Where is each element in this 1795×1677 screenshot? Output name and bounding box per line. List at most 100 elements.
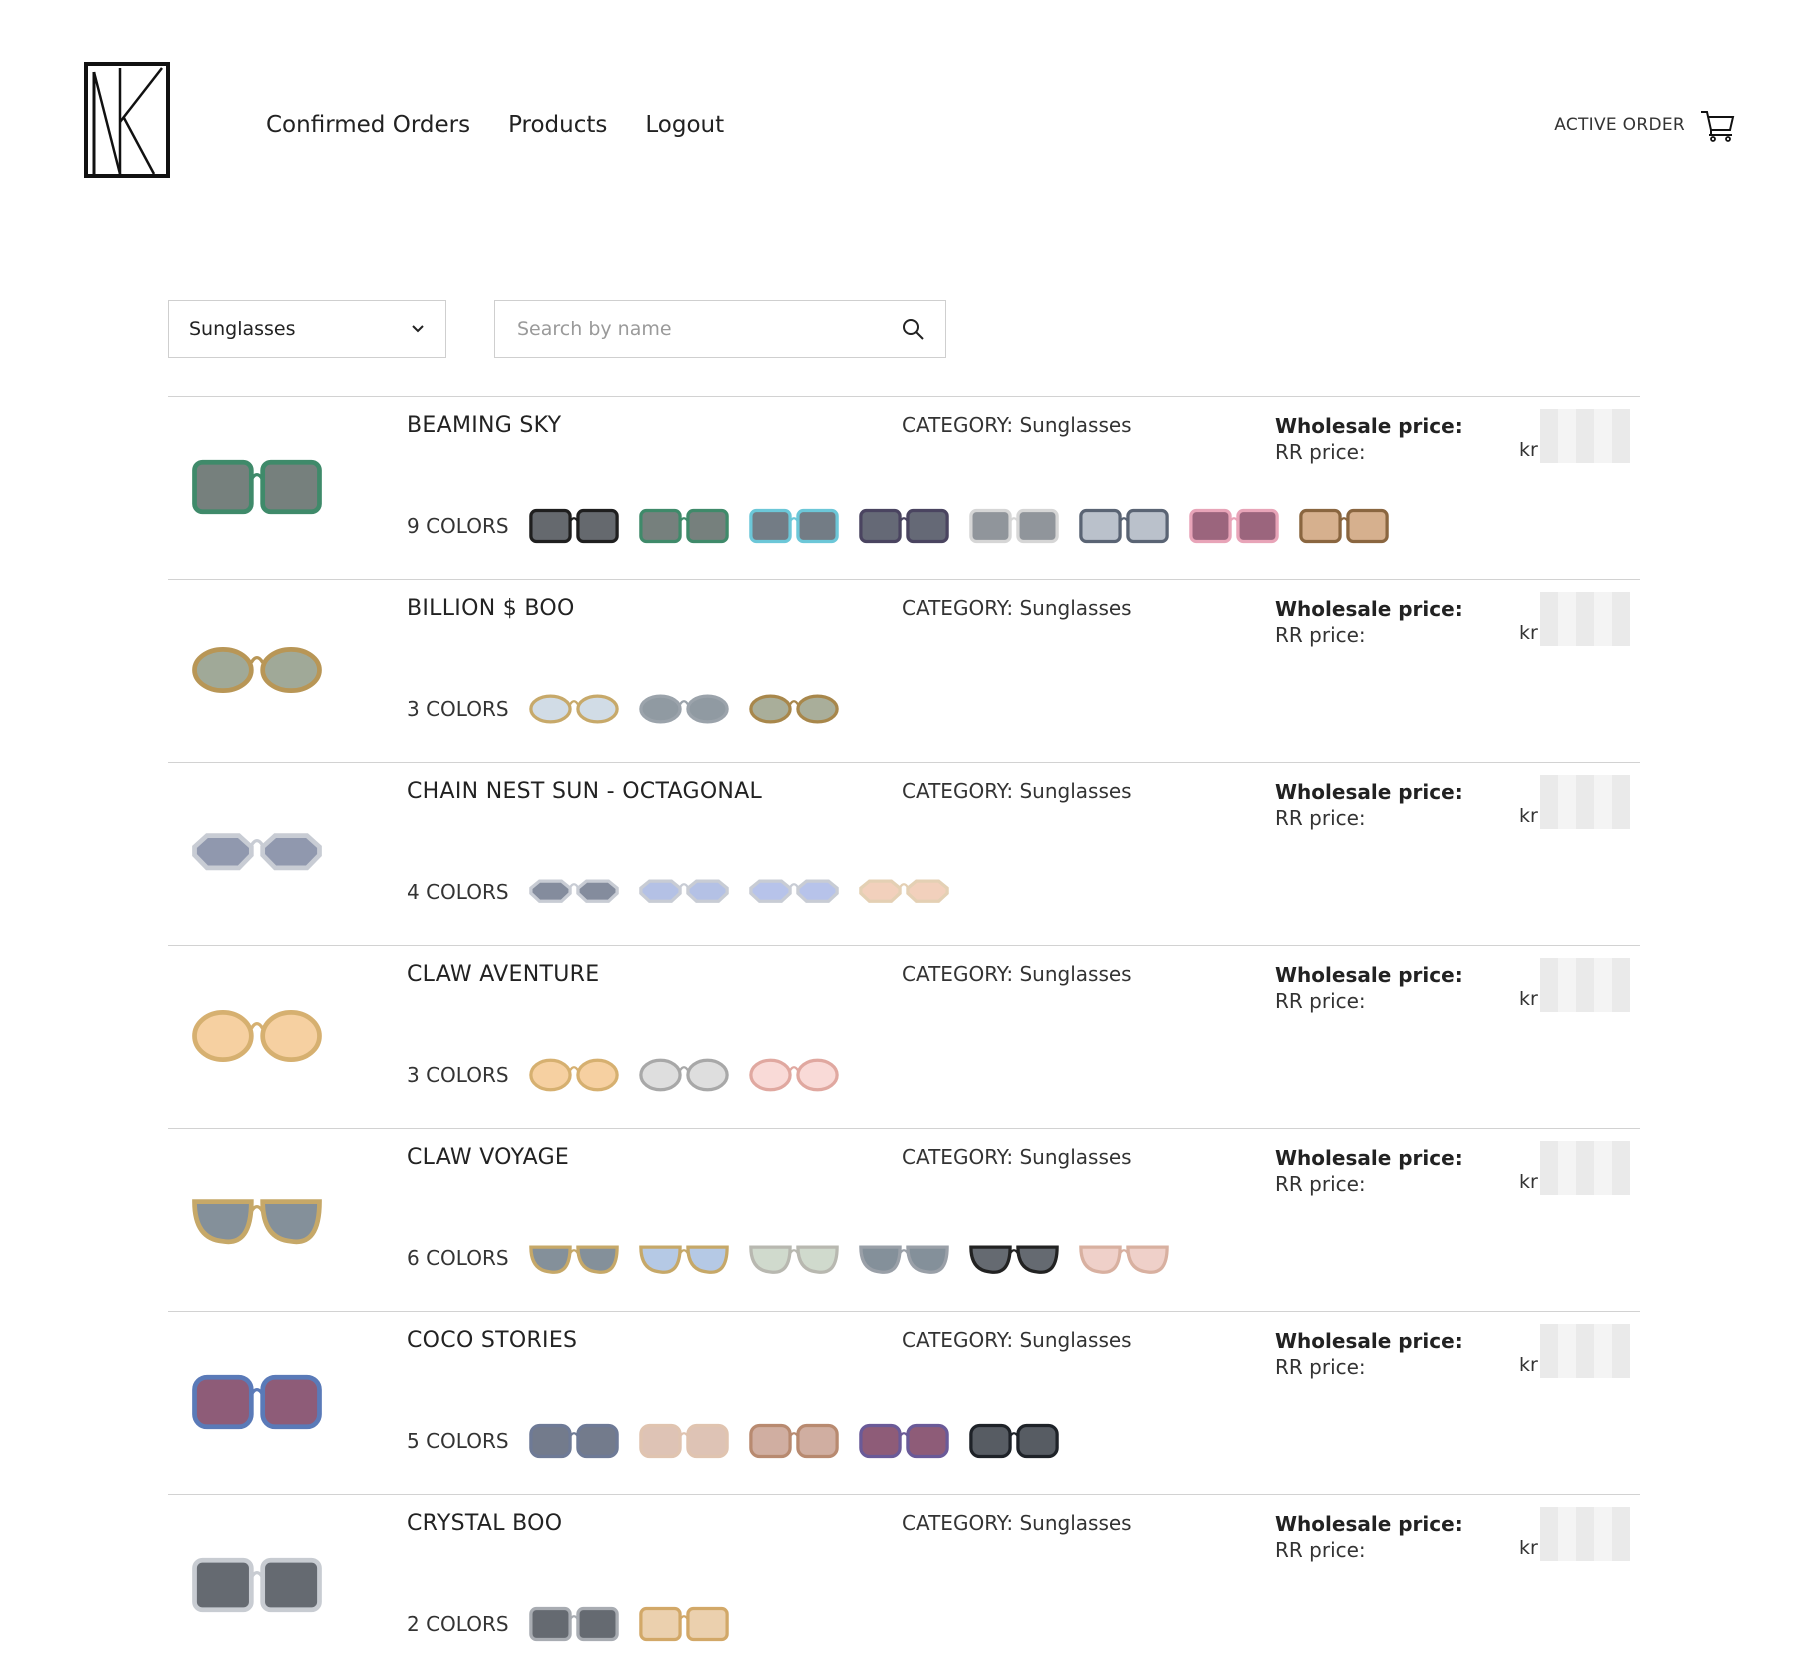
- lens: [1015, 1423, 1059, 1459]
- product-name[interactable]: CLAW VOYAGE: [407, 1145, 569, 1170]
- bridge: [1008, 1432, 1019, 1438]
- redacted-price: [1540, 1324, 1630, 1378]
- nav-confirmed-orders[interactable]: Confirmed Orders: [266, 112, 470, 138]
- product-name[interactable]: BILLION $ BOO: [407, 596, 575, 621]
- product-image[interactable]: [186, 813, 328, 893]
- color-swatch[interactable]: [745, 1050, 843, 1100]
- product-name[interactable]: CHAIN NEST SUN - OCTAGONAL: [407, 779, 762, 804]
- product-name[interactable]: CRYSTAL BOO: [407, 1511, 562, 1536]
- category-value: Sunglasses: [1019, 962, 1132, 986]
- color-count: 2 COLORS: [407, 1612, 509, 1636]
- price-block: Wholesale price: RR price:: [1275, 962, 1463, 1014]
- product-image[interactable]: [186, 1545, 328, 1625]
- category-value: Sunglasses: [1019, 1145, 1132, 1169]
- lens: [1298, 508, 1342, 544]
- lens: [1015, 1245, 1059, 1274]
- color-swatch[interactable]: [635, 501, 733, 551]
- product-row[interactable]: BEAMING SKY CATEGORY: Sunglasses Wholesa…: [168, 396, 1640, 579]
- color-swatch[interactable]: [635, 1050, 733, 1100]
- bridge: [568, 700, 579, 706]
- bridge: [678, 700, 689, 706]
- active-order-button[interactable]: ACTIVE ORDER: [1554, 108, 1735, 142]
- product-name[interactable]: CLAW AVENTURE: [407, 962, 599, 987]
- color-swatch[interactable]: [525, 1599, 623, 1649]
- color-count: 5 COLORS: [407, 1429, 509, 1453]
- price-block: Wholesale price: RR price:: [1275, 1145, 1463, 1197]
- lens: [528, 694, 572, 724]
- active-order-label: ACTIVE ORDER: [1554, 115, 1685, 135]
- color-swatch[interactable]: [745, 684, 843, 734]
- color-swatch[interactable]: [635, 1233, 733, 1283]
- category-select[interactable]: Sunglasses: [168, 300, 446, 358]
- color-swatch[interactable]: [855, 867, 953, 917]
- product-category: CATEGORY: Sunglasses: [902, 1511, 1132, 1535]
- rr-price-label: RR price:: [1275, 806, 1366, 830]
- bridge: [788, 1066, 799, 1072]
- product-image[interactable]: [186, 1179, 328, 1259]
- bridge: [788, 700, 799, 706]
- product-row[interactable]: COCO STORIES CATEGORY: Sunglasses Wholes…: [168, 1311, 1640, 1494]
- color-swatch[interactable]: [965, 1416, 1063, 1466]
- bridge: [1008, 1249, 1019, 1255]
- color-swatch[interactable]: [1075, 501, 1173, 551]
- search-icon[interactable]: [901, 317, 925, 341]
- color-swatch[interactable]: [855, 501, 953, 551]
- currency-label: kr: [1519, 1537, 1538, 1559]
- color-swatch[interactable]: [855, 1233, 953, 1283]
- lens: [685, 1058, 729, 1092]
- nav-products[interactable]: Products: [508, 112, 607, 138]
- product-row[interactable]: CRYSTAL BOO CATEGORY: Sunglasses Wholesa…: [168, 1494, 1640, 1677]
- product-name[interactable]: BEAMING SKY: [407, 413, 561, 438]
- lens: [638, 1058, 682, 1092]
- color-swatch[interactable]: [1295, 501, 1393, 551]
- currency-label: kr: [1519, 1171, 1538, 1193]
- color-swatch[interactable]: [635, 867, 733, 917]
- color-swatch[interactable]: [745, 867, 843, 917]
- lens: [685, 1423, 729, 1459]
- color-swatch[interactable]: [635, 1416, 733, 1466]
- product-image[interactable]: [186, 996, 328, 1076]
- color-swatch[interactable]: [525, 867, 623, 917]
- product-category: CATEGORY: Sunglasses: [902, 779, 1132, 803]
- color-swatch[interactable]: [525, 501, 623, 551]
- product-row[interactable]: CLAW VOYAGE CATEGORY: Sunglasses Wholesa…: [168, 1128, 1640, 1311]
- color-swatch[interactable]: [635, 684, 733, 734]
- color-swatch[interactable]: [965, 501, 1063, 551]
- color-swatch[interactable]: [1075, 1233, 1173, 1283]
- color-swatch[interactable]: [635, 1599, 733, 1649]
- redacted-price: [1540, 1141, 1630, 1195]
- color-swatch[interactable]: [525, 1416, 623, 1466]
- product-image[interactable]: [186, 1362, 328, 1442]
- color-swatch[interactable]: [965, 1233, 1063, 1283]
- lens: [575, 1058, 619, 1092]
- lens: [528, 1058, 572, 1092]
- lens: [748, 1245, 792, 1274]
- lens: [638, 879, 682, 903]
- lens: [192, 646, 254, 694]
- lens: [575, 1245, 619, 1274]
- lens: [968, 1423, 1012, 1459]
- brand-logo[interactable]: [84, 62, 170, 178]
- product-row[interactable]: CHAIN NEST SUN - OCTAGONAL CATEGORY: Sun…: [168, 762, 1640, 945]
- color-swatch[interactable]: [525, 684, 623, 734]
- product-image[interactable]: [186, 447, 328, 527]
- category-value: Sunglasses: [1019, 1328, 1132, 1352]
- color-swatch[interactable]: [1185, 501, 1283, 551]
- search-input[interactable]: [515, 317, 879, 341]
- color-swatch[interactable]: [525, 1050, 623, 1100]
- lens: [795, 1423, 839, 1459]
- lens: [748, 1423, 792, 1459]
- product-row[interactable]: BILLION $ BOO CATEGORY: Sunglasses Whole…: [168, 579, 1640, 762]
- category-value: Sunglasses: [1019, 596, 1132, 620]
- color-swatch[interactable]: [855, 1416, 953, 1466]
- color-variants: 3 COLORS: [407, 1050, 843, 1100]
- product-image[interactable]: [186, 630, 328, 710]
- product-row[interactable]: CLAW AVENTURE CATEGORY: Sunglasses Whole…: [168, 945, 1640, 1128]
- product-name[interactable]: COCO STORIES: [407, 1328, 577, 1353]
- nav-logout[interactable]: Logout: [645, 112, 724, 138]
- color-swatch[interactable]: [525, 1233, 623, 1283]
- color-swatch[interactable]: [745, 1416, 843, 1466]
- color-swatch[interactable]: [745, 501, 843, 551]
- lens: [575, 1423, 619, 1459]
- color-swatch[interactable]: [745, 1233, 843, 1283]
